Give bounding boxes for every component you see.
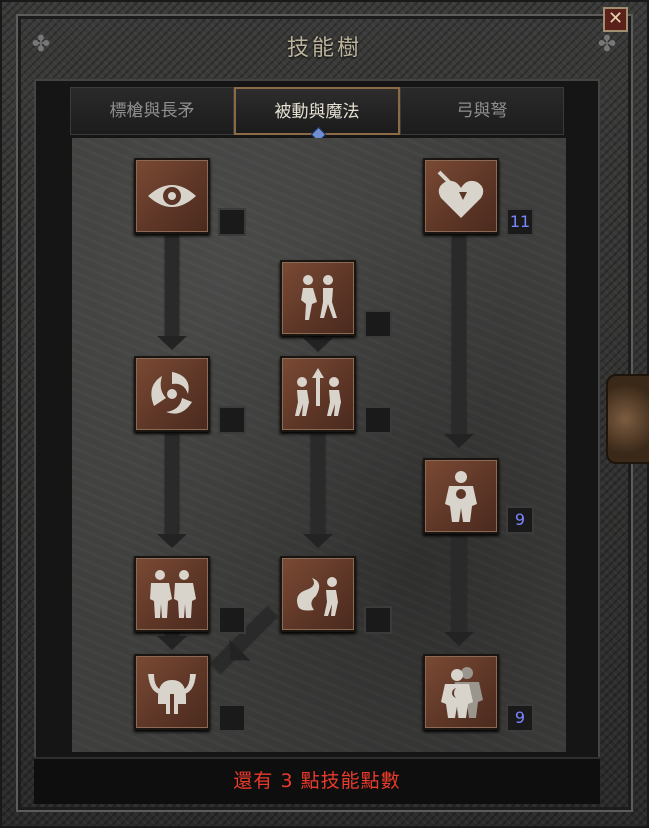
- tab-javelin-spear[interactable]: 標槍與長矛: [70, 87, 234, 135]
- avoid-figures-icon: [295, 368, 341, 416]
- shadow-figure-icon: [441, 667, 483, 718]
- skill-shadow-figure[interactable]: [423, 654, 499, 730]
- skill-heart-pierce[interactable]: [423, 158, 499, 234]
- prereq-arrow: [452, 534, 466, 634]
- tab-bow-crossbow[interactable]: 弓與弩: [400, 87, 564, 135]
- skill-dodge[interactable]: [280, 260, 356, 336]
- skill-twin-figures[interactable]: [134, 556, 210, 632]
- skill-eye[interactable]: [134, 158, 210, 234]
- skill-level-box: [218, 704, 246, 732]
- close-icon: ✕: [607, 8, 624, 29]
- skill-figure-core[interactable]: [423, 458, 499, 534]
- skill-avoid[interactable]: [280, 356, 356, 432]
- swirl-icon: [151, 372, 192, 414]
- prereq-arrow-head: [303, 534, 333, 548]
- window-title: 技能樹: [286, 36, 362, 61]
- close-button[interactable]: ✕: [603, 7, 628, 32]
- prereq-arrow-head: [444, 632, 474, 646]
- skill-level-box: [364, 310, 392, 338]
- horned-helmet-icon: [148, 674, 196, 714]
- heart-pierce-icon: [437, 170, 484, 218]
- skill-level-box: [218, 406, 246, 434]
- prereq-arrow-head: [157, 336, 187, 350]
- skill-level-box: 9: [506, 506, 534, 534]
- prereq-arrow: [165, 236, 179, 336]
- skill-swirl[interactable]: [134, 356, 210, 432]
- prereq-arrow-head: [157, 534, 187, 548]
- skill-level-box: 11: [506, 208, 534, 236]
- prereq-arrow: [452, 236, 466, 436]
- prereq-arrow: [165, 434, 179, 534]
- prereq-arrow-head: [444, 434, 474, 448]
- evade-icon: [297, 577, 338, 616]
- skill-level-box: [218, 606, 246, 634]
- remaining-points-text: 還有 3 點技能點數: [34, 757, 600, 804]
- skill-level-box: [364, 606, 392, 634]
- dodge-figures-icon: [301, 275, 337, 320]
- twin-figures-icon: [150, 570, 196, 618]
- skill-tree-area: 11 9 9: [72, 138, 566, 752]
- prereq-arrow-head: [157, 636, 187, 650]
- prereq-arrow: [311, 434, 325, 534]
- book-clasp-ornament: [606, 374, 649, 464]
- prereq-arrow-head: [303, 338, 333, 352]
- skill-evade[interactable]: [280, 556, 356, 632]
- figure-core-icon: [445, 471, 477, 522]
- skill-level-box: 9: [506, 704, 534, 732]
- skill-level-box: [364, 406, 392, 434]
- skill-level-box: [218, 208, 246, 236]
- skill-horned-helmet[interactable]: [134, 654, 210, 730]
- eye-icon: [148, 185, 196, 207]
